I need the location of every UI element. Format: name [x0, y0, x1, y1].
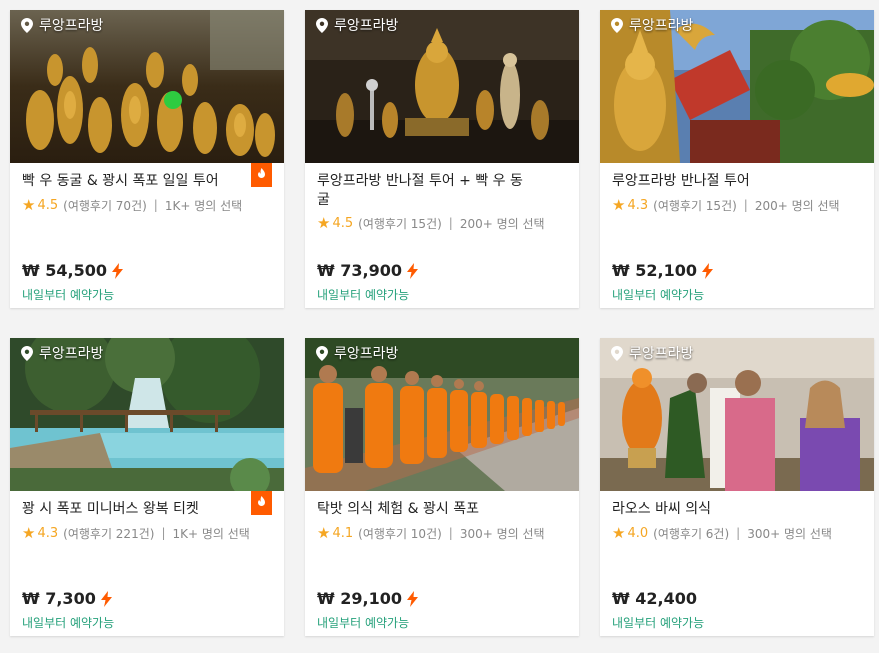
lightning-icon	[701, 262, 713, 279]
map-pin-icon	[316, 17, 328, 33]
map-pin-icon	[611, 17, 623, 33]
star-icon: ★	[612, 524, 626, 542]
price-row: ₩ 52,100	[612, 261, 713, 280]
location-label: 루앙프라방	[611, 343, 693, 363]
product-title[interactable]: 루앙프라방 반나절 투어	[612, 172, 827, 191]
rating-value: 4.5	[37, 197, 59, 213]
price-value: ₩ 73,900	[317, 261, 402, 280]
product-image-baci-ceremony[interactable]: 루앙프라방	[600, 338, 874, 491]
availability-text: 내일부터 예약가능	[22, 616, 115, 630]
selection-count: 200+ 명의 선택	[459, 216, 545, 231]
product-image-golden-buddha[interactable]: 루앙프라방	[305, 10, 579, 163]
price-row: ₩ 29,100	[317, 589, 418, 608]
availability-text: 내일부터 예약가능	[317, 288, 410, 302]
divider: |	[153, 198, 158, 212]
rating-value: 4.1	[332, 525, 354, 541]
review-count: (여행후기 15건)	[358, 216, 442, 231]
divider: |	[743, 198, 748, 212]
map-pin-icon	[316, 345, 328, 361]
review-count: (여행후기 10건)	[358, 526, 442, 541]
selection-count: 300+ 명의 선택	[459, 526, 545, 541]
selection-count: 1K+ 명의 선택	[172, 526, 250, 541]
map-pin-icon	[21, 345, 33, 361]
product-image-monks[interactable]: 루앙프라방	[305, 338, 579, 491]
location-text: 루앙프라방	[629, 346, 694, 362]
location-label: 루앙프라방	[316, 343, 398, 363]
price-value: ₩ 42,400	[612, 589, 697, 608]
rating-value: 4.3	[37, 525, 59, 541]
star-icon: ★	[317, 214, 331, 232]
rating-row: ★ 4.1 (여행후기 10건) | 300+ 명의 선택	[317, 524, 545, 542]
review-count: (여행후기 6건)	[653, 526, 730, 541]
location-label: 루앙프라방	[21, 15, 103, 35]
lightning-icon	[406, 262, 418, 279]
divider: |	[736, 526, 741, 540]
fire-badge-icon	[251, 491, 272, 515]
rating-value: 4.0	[627, 525, 649, 541]
divider: |	[448, 216, 453, 230]
availability-text: 내일부터 예약가능	[317, 616, 410, 630]
availability-text: 내일부터 예약가능	[612, 288, 705, 302]
lightning-icon	[111, 262, 123, 279]
location-label: 루앙프라방	[21, 343, 103, 363]
product-title[interactable]: 라오스 바씨 의식	[612, 500, 827, 519]
star-icon: ★	[317, 524, 331, 542]
product-card[interactable]: 루앙프라방 라오스 바씨 의식 ★ 4.0 (여행후기 6건) | 300+ 명…	[600, 338, 874, 636]
product-grid: 루앙프라방 빡 우 동굴 & 꽝시 폭포 일일 투어 ★ 4.5 (여행후기 7…	[0, 0, 879, 653]
divider: |	[448, 526, 453, 540]
lightning-icon	[100, 590, 112, 607]
star-icon: ★	[22, 524, 36, 542]
product-title[interactable]: 탁밧 의식 체험 & 꽝시 폭포	[317, 500, 532, 519]
star-icon: ★	[22, 196, 36, 214]
product-image-waterfall[interactable]: 루앙프라방	[10, 338, 284, 491]
price-row: ₩ 73,900	[317, 261, 418, 280]
product-title[interactable]: 빡 우 동굴 & 꽝시 폭포 일일 투어	[22, 172, 237, 191]
review-count: (여행후기 70건)	[63, 198, 147, 213]
product-image-naga-buddha[interactable]: 루앙프라방	[600, 10, 874, 163]
product-card[interactable]: 루앙프라방 빡 우 동굴 & 꽝시 폭포 일일 투어 ★ 4.5 (여행후기 7…	[10, 10, 284, 308]
rating-row: ★ 4.3 (여행후기 15건) | 200+ 명의 선택	[612, 196, 840, 214]
location-label: 루앙프라방	[316, 15, 398, 35]
price-row: ₩ 7,300	[22, 589, 112, 608]
product-card[interactable]: 루앙프라방 탁밧 의식 체험 & 꽝시 폭포 ★ 4.1 (여행후기 10건) …	[305, 338, 579, 636]
product-card[interactable]: 루앙프라방 꽝 시 폭포 미니버스 왕복 티켓 ★ 4.3 (여행후기 221건…	[10, 338, 284, 636]
availability-text: 내일부터 예약가능	[612, 616, 705, 630]
rating-row: ★ 4.5 (여행후기 15건) | 200+ 명의 선택	[317, 214, 545, 232]
price-value: ₩ 54,500	[22, 261, 107, 280]
price-value: ₩ 29,100	[317, 589, 402, 608]
product-title[interactable]: 루앙프라방 반나절 투어 + 빡 우 동굴	[317, 172, 532, 210]
location-text: 루앙프라방	[39, 346, 104, 362]
price-row: ₩ 54,500	[22, 261, 123, 280]
fire-badge-icon	[251, 163, 272, 187]
rating-value: 4.3	[627, 197, 649, 213]
rating-row: ★ 4.3 (여행후기 221건) | 1K+ 명의 선택	[22, 524, 250, 542]
location-text: 루앙프라방	[39, 18, 104, 34]
map-pin-icon	[611, 345, 623, 361]
price-row: ₩ 42,400	[612, 589, 697, 608]
selection-count: 1K+ 명의 선택	[164, 198, 243, 213]
rating-row: ★ 4.0 (여행후기 6건) | 300+ 명의 선택	[612, 524, 832, 542]
rating-row: ★ 4.5 (여행후기 70건) | 1K+ 명의 선택	[22, 196, 242, 214]
location-text: 루앙프라방	[629, 18, 694, 34]
lightning-icon	[406, 590, 418, 607]
product-image-buddha-cave[interactable]: 루앙프라방	[10, 10, 284, 163]
location-label: 루앙프라방	[611, 15, 693, 35]
rating-value: 4.5	[332, 215, 354, 231]
price-value: ₩ 52,100	[612, 261, 697, 280]
product-card[interactable]: 루앙프라방 루앙프라방 반나절 투어 + 빡 우 동굴 ★ 4.5 (여행후기 …	[305, 10, 579, 308]
selection-count: 300+ 명의 선택	[747, 526, 832, 541]
divider: |	[161, 526, 166, 540]
location-text: 루앙프라방	[334, 346, 399, 362]
product-title[interactable]: 꽝 시 폭포 미니버스 왕복 티켓	[22, 500, 237, 519]
review-count: (여행후기 15건)	[653, 198, 737, 213]
star-icon: ★	[612, 196, 626, 214]
review-count: (여행후기 221건)	[63, 526, 155, 541]
location-text: 루앙프라방	[334, 18, 399, 34]
availability-text: 내일부터 예약가능	[22, 288, 115, 302]
map-pin-icon	[21, 17, 33, 33]
product-card[interactable]: 루앙프라방 루앙프라방 반나절 투어 ★ 4.3 (여행후기 15건) | 20…	[600, 10, 874, 308]
selection-count: 200+ 명의 선택	[754, 198, 840, 213]
price-value: ₩ 7,300	[22, 589, 96, 608]
